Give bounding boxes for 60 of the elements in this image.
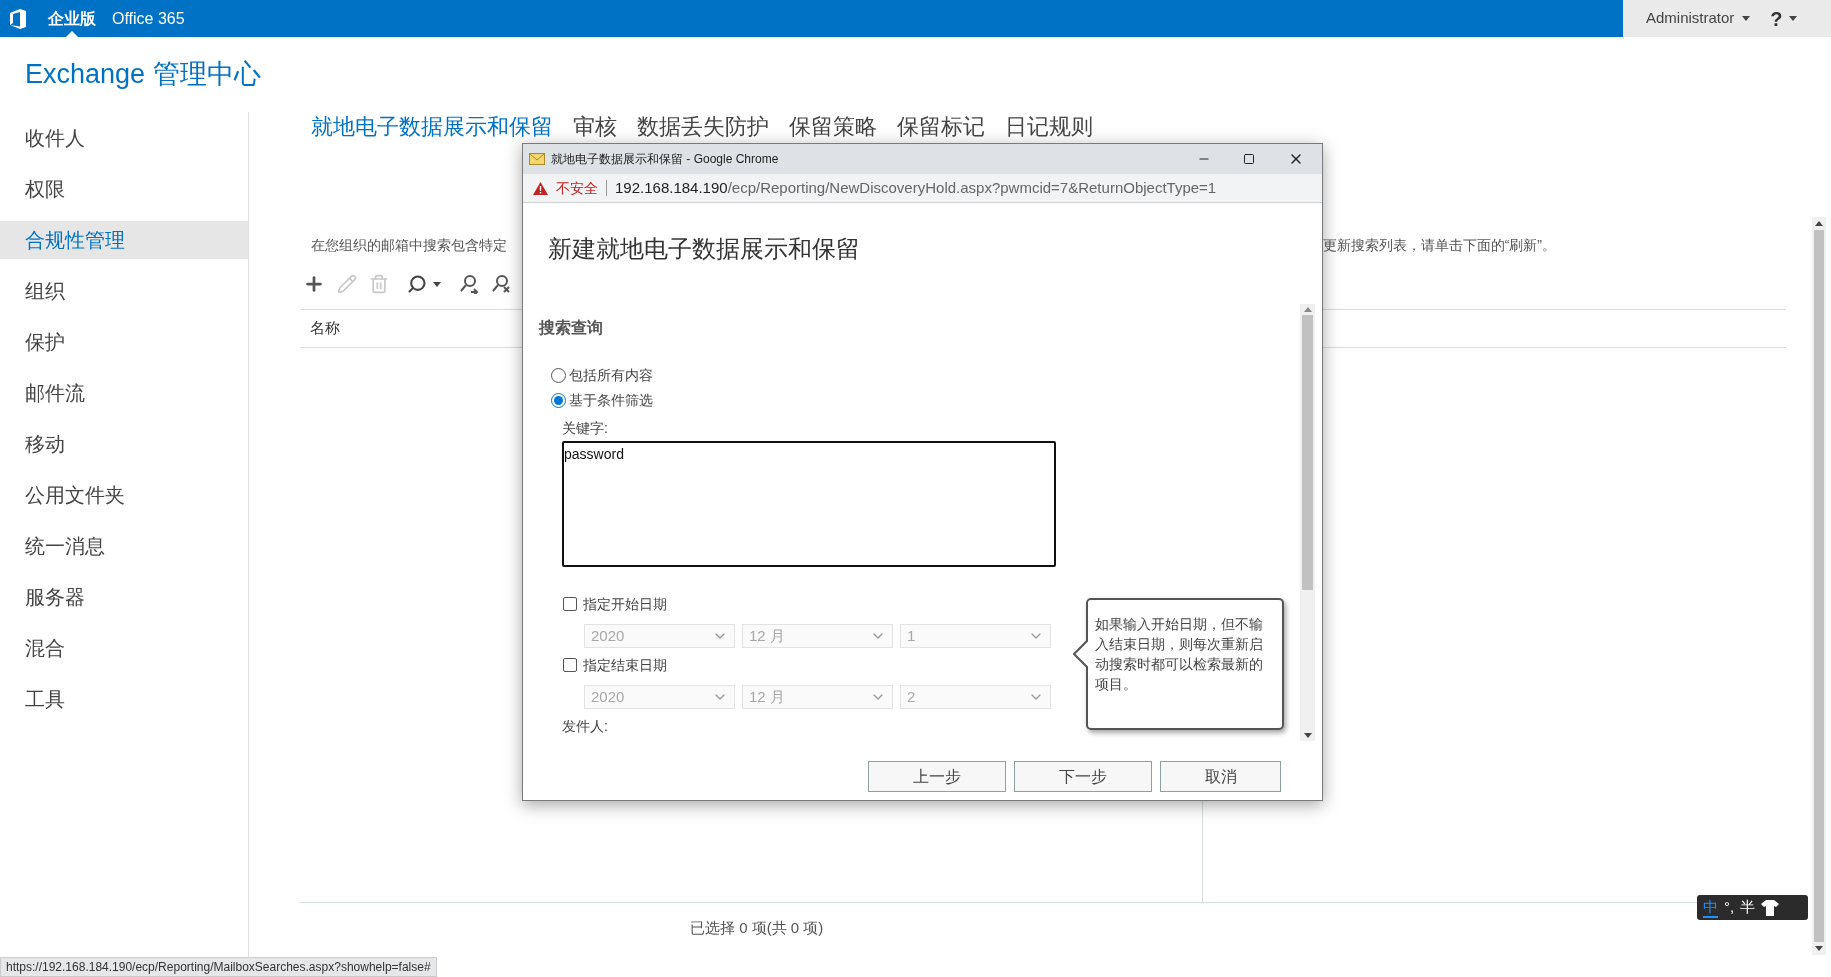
caret-icon[interactable] — [433, 281, 441, 287]
ime-punctuation[interactable]: °, — [1724, 896, 1735, 919]
maximize-icon[interactable] — [1243, 153, 1255, 165]
warning-icon — [533, 181, 548, 195]
tab[interactable]: 保留策略 — [789, 114, 877, 140]
sidebar-item[interactable]: 工具 — [0, 680, 248, 718]
description-text: 在您组织的邮箱中搜索包含特定 — [311, 236, 507, 255]
dialog-button[interactable]: 上一步 — [868, 761, 1006, 792]
sidebar-item[interactable]: 组织 — [0, 272, 248, 310]
help-menu[interactable]: ? — [1770, 3, 1797, 34]
window-title: 就地电子数据展示和保留 - Google Chrome — [551, 151, 780, 168]
caret-icon[interactable] — [1788, 16, 1797, 21]
tab[interactable]: 保留标记 — [897, 114, 985, 140]
scroll-up-icon[interactable] — [1815, 221, 1823, 226]
user-menu[interactable]: Administrator — [1646, 7, 1751, 30]
ime-mode[interactable]: 中 — [1703, 897, 1718, 918]
sidebar-item[interactable]: 保护 — [0, 323, 248, 361]
radio-option[interactable]: 基于条件筛选 — [551, 390, 1300, 410]
search-menu[interactable] — [407, 274, 441, 294]
keywords-field[interactable]: password — [562, 441, 1056, 567]
sidebar-item[interactable]: 混合 — [0, 629, 248, 667]
tab[interactable]: 就地电子数据展示和保留 — [311, 114, 553, 140]
scroll-down-icon[interactable] — [1303, 733, 1312, 738]
dialog-button[interactable]: 取消 — [1160, 761, 1281, 792]
sender-label: 发件人: — [562, 717, 609, 734]
caret-icon[interactable] — [1742, 16, 1751, 21]
top-bar-link[interactable]: Office 365 — [104, 0, 193, 37]
tooltip-pointer — [1073, 639, 1088, 669]
status-url: https://192.168.184.190/ecp/Reporting/MailboxSearches.aspx?showhelp=false# — [0, 957, 437, 977]
section-heading: 搜索查询 — [539, 318, 604, 336]
description-text: 更新搜索列表，请单击下面的“刷新”。 — [1322, 236, 1556, 255]
sidebar-item[interactable]: 合规性管理 — [0, 221, 248, 259]
envelope-icon — [529, 152, 545, 166]
column-header: 名称 — [310, 318, 340, 339]
dialog-button[interactable]: 下一步 — [1014, 761, 1152, 792]
tab[interactable]: 数据丢失防护 — [637, 114, 769, 140]
ime-width[interactable]: 半 — [1740, 896, 1756, 919]
keywords-label: 关键字: — [562, 419, 609, 436]
scroll-down-icon[interactable] — [1815, 946, 1823, 951]
sidebar-item[interactable]: 移动 — [0, 425, 248, 463]
security-label: 不安全 — [556, 178, 598, 198]
sidebar-item[interactable]: 收件人 — [0, 119, 248, 157]
app-title: Exchange 管理中心 — [25, 58, 261, 92]
radio-option[interactable]: 包括所有内容 — [551, 365, 1300, 385]
tab[interactable]: 审核 — [573, 114, 617, 140]
help-tooltip: 如果输入开始日期，但不输入结束日期，则每次重新启动搜索时都可以检索最新的项目。 — [1086, 598, 1284, 730]
sidebar-item[interactable]: 公用文件夹 — [0, 476, 248, 514]
office-logo-icon — [10, 8, 26, 29]
url-text: 192.168.184.190/ecp/Reporting/NewDiscoveryHold.aspx?pwmcid=7&ReturnObjectType=1 — [615, 177, 1217, 198]
sidebar-item[interactable]: 邮件流 — [0, 374, 248, 412]
tab[interactable]: 日记规则 — [1005, 114, 1093, 140]
add-icon[interactable] — [303, 273, 325, 295]
shirt-icon[interactable] — [1761, 899, 1780, 916]
sidebar-item[interactable]: 服务器 — [0, 578, 248, 616]
dialog-heading: 新建就地电子数据展示和保留 — [548, 234, 861, 264]
top-bar-link[interactable]: 企业版 — [40, 0, 104, 37]
sidebar-item[interactable]: 统一消息 — [0, 527, 248, 565]
sidebar-item[interactable]: 权限 — [0, 170, 248, 208]
address-bar[interactable]: 不安全 192.168.184.190/ecp/Reporting/NewDiscoveryHold.aspx?pwmcid=7&ReturnObjectType=1 — [523, 174, 1322, 203]
selection-count: 已选择 0 项(共 0 项) — [690, 918, 824, 938]
